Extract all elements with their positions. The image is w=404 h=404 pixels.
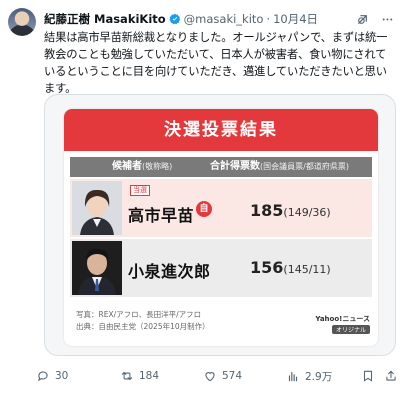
- reply-count: 30: [55, 370, 69, 382]
- logo-text: Yahoo!ニュース: [315, 315, 370, 323]
- header-votes-note: (国会議員票/都道府県票): [260, 162, 349, 171]
- candidate-photo: [72, 241, 122, 295]
- repost-count: 184: [139, 370, 160, 382]
- reply-button[interactable]: 30: [36, 366, 68, 386]
- avatar[interactable]: [8, 8, 36, 36]
- grok-icon[interactable]: [356, 13, 369, 26]
- candidate-row: 当選 高市早苗 自 185(149/36): [70, 179, 372, 237]
- election-result-graphic: 決選投票結果 候補者(敬称略) 合計得票数(国会議員票/都道府県票) 当選 高市…: [64, 109, 378, 346]
- media-card[interactable]: 決選投票結果 候補者(敬称略) 合計得票数(国会議員票/都道府県票) 当選 高市…: [44, 94, 396, 356]
- ldp-mark-icon: 自: [196, 201, 212, 217]
- author-name[interactable]: 紀藤正樹 MasakiKito: [44, 11, 166, 27]
- header-candidate-note: (敬称略): [142, 162, 173, 171]
- candidate-photo: [72, 181, 122, 235]
- like-button[interactable]: 574: [203, 366, 242, 386]
- repost-icon: [121, 371, 133, 381]
- more-options-icon[interactable]: [381, 13, 394, 26]
- views-chart-icon: [288, 371, 298, 382]
- tweet-text: 結果は高市早苗新総裁となりました。オールジャパンで、まずは統一教会のことも勉強し…: [44, 31, 388, 95]
- candidate-name: 高市早苗: [128, 206, 195, 225]
- logo-subtext: オリジナル: [331, 325, 370, 334]
- credits: 写真：REX/アフロ、長田洋平/アフロ 出典：自由民主党（2025年10月制作）: [76, 309, 210, 333]
- share-icon: [386, 370, 396, 381]
- bookmark-button[interactable]: [361, 366, 375, 386]
- candidate-row: 小泉進次郎 156(145/11): [70, 239, 372, 297]
- tweet-header: 紀藤正樹 MasakiKito @masaki_kito · 10月4日: [44, 10, 394, 28]
- like-count: 574: [222, 370, 243, 382]
- heart-icon: [205, 372, 215, 382]
- yahoo-news-logo: Yahoo!ニュース オリジナル: [315, 314, 370, 334]
- bookmark-icon: [363, 370, 373, 382]
- candidate-name: 小泉進次郎: [128, 262, 211, 281]
- vote-breakdown: (145/11): [283, 263, 331, 276]
- source-credit: 出典：自由民主党（2025年10月制作）: [76, 322, 210, 331]
- vote-total: 185(149/36): [250, 201, 331, 220]
- graphic-title: 決選投票結果: [64, 109, 378, 151]
- action-bar: 30 184 574 2.9万: [36, 366, 400, 386]
- vote-total: 156(145/11): [250, 258, 331, 277]
- header-candidate: 候補者(敬称略): [112, 161, 173, 172]
- photo-credit: 写真：REX/アフロ、長田洋平/アフロ: [76, 310, 202, 319]
- post-date[interactable]: 10月4日: [273, 11, 318, 27]
- share-button[interactable]: [384, 366, 398, 386]
- header-votes: 合計得票数(国会議員票/都道府県票): [210, 161, 349, 172]
- verified-badge-icon: [169, 13, 180, 25]
- view-count: 2.9万: [305, 370, 333, 383]
- table-header: 候補者(敬称略) 合計得票数(国会議員票/都道府県票): [70, 157, 372, 177]
- vote-breakdown: (149/36): [283, 206, 331, 219]
- reply-icon: [38, 371, 48, 382]
- views-button[interactable]: 2.9万: [286, 366, 332, 386]
- separator-dot: ·: [266, 12, 271, 26]
- winner-badge: 当選: [130, 185, 150, 196]
- author-handle[interactable]: @masaki_kito: [184, 12, 264, 26]
- repost-button[interactable]: 184: [120, 366, 159, 386]
